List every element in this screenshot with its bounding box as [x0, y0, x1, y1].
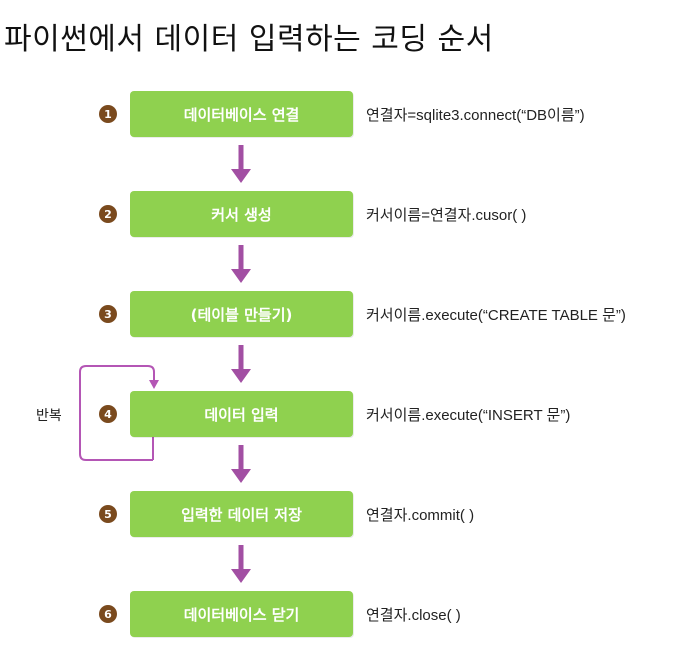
flow-arrow-head-4 [231, 469, 251, 483]
repeat-loop-arrow-head [149, 380, 159, 389]
step-box-3: (테이블 만들기) [130, 291, 353, 337]
flow-arrow-head-1 [231, 169, 251, 183]
step-box-4: 데이터 입력 [130, 391, 353, 437]
step-number-5: 5 [99, 505, 117, 523]
step-code-6: 연결자.close( ) [366, 607, 461, 624]
step-number-2: 2 [99, 205, 117, 223]
flow-arrow-head-2 [231, 269, 251, 283]
step-number-1: 1 [99, 105, 117, 123]
flow-diagram: 데이터베이스 연결 1 연결자=sqlite3.connect(“DB이름”) 커서 … [0, 0, 685, 650]
step-box-6: 데이터베이스 닫기 [130, 591, 353, 637]
flow-arrow-head-3 [231, 369, 251, 383]
step-code-1: 연결자=sqlite3.connect(“DB이름”) [366, 107, 585, 124]
step-number-4: 4 [99, 405, 117, 423]
step-box-5: 입력한 데이터 저장 [130, 491, 353, 537]
step-box-2: 커서 생성 [130, 191, 353, 237]
step-code-5: 연결자.commit( ) [366, 507, 475, 524]
repeat-label: 반복 [36, 408, 62, 424]
step-code-3: 커서이름.execute(“CREATE TABLE 문”) [366, 307, 626, 324]
step-box-1: 데이터베이스 연결 [130, 91, 353, 137]
step-code-2: 커서이름=연결자.cusor( ) [366, 207, 527, 224]
step-number-3: 3 [99, 305, 117, 323]
flow-arrow-head-5 [231, 569, 251, 583]
step-number-6: 6 [99, 605, 117, 623]
step-code-4: 커서이름.execute(“INSERT 문”) [366, 407, 571, 424]
